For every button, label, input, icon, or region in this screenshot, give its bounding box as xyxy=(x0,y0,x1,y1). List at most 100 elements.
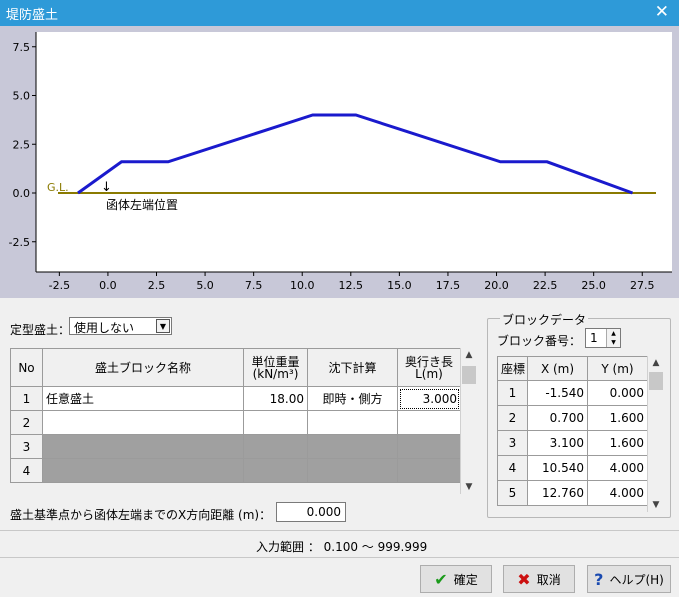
x-tick-label: 7.5 xyxy=(245,279,263,292)
spinner-buttons[interactable]: ▲ ▼ xyxy=(606,329,620,347)
x-cell[interactable]: 12.760 xyxy=(527,480,588,506)
block-name-cell xyxy=(42,458,244,483)
chevron-down-icon[interactable]: ▼ xyxy=(156,319,170,333)
marker-arrow-icon: ↓ xyxy=(101,180,112,195)
coordinate-table-scrollbar[interactable]: ▲ ▼ xyxy=(647,356,664,512)
row-number: 1 xyxy=(497,380,528,406)
x-tick-label: 10.0 xyxy=(290,279,315,292)
cancel-button[interactable]: ✖ 取消 xyxy=(503,565,575,593)
x-tick-label: 12.5 xyxy=(339,279,364,292)
header-x: X (m) xyxy=(527,356,588,381)
y-cell[interactable]: 0.000 xyxy=(587,380,648,406)
row-number: 4 xyxy=(10,458,43,483)
x-tick-label: -2.5 xyxy=(49,279,70,292)
check-icon: ✔ xyxy=(434,569,448,589)
block-no-spinner[interactable]: 1 ▲ ▼ xyxy=(585,328,621,348)
row-number: 2 xyxy=(10,410,43,435)
y-cell[interactable]: 4.000 xyxy=(587,480,648,506)
help-icon: ? xyxy=(594,569,604,589)
button-separator xyxy=(0,557,679,558)
header-block-name: 盛土ブロック名称 xyxy=(42,348,244,387)
plot-area xyxy=(36,32,672,272)
settlement-calc-cell[interactable]: 即時・側方 xyxy=(307,386,398,411)
header-no: No xyxy=(10,348,43,387)
fixed-embankment-combo[interactable]: 使用しない ▼ xyxy=(69,317,172,335)
fixed-embankment-value: 使用しない xyxy=(74,321,135,335)
y-tick-label: -2.5 xyxy=(9,236,30,249)
block-table: No 盛土ブロック名称 単位重量 (kN/m³) 沈下計算 奥行き長 L(m) … xyxy=(10,348,461,483)
coordinate-table: 座標 X (m) Y (m) 1 -1.540 0.000 2 0.700 1.… xyxy=(497,356,648,506)
scroll-down-icon[interactable]: ▼ xyxy=(648,500,664,510)
input-range-status: 入力範囲 ： 0.100 〜 999.999 xyxy=(256,540,428,554)
y-tick-label: 5.0 xyxy=(13,90,31,103)
cross-icon: ✖ xyxy=(517,569,531,589)
scroll-up-icon[interactable]: ▲ xyxy=(648,358,664,368)
block-table-scrollbar[interactable]: ▲ ▼ xyxy=(460,348,477,494)
x-tick-label: 20.0 xyxy=(484,279,509,292)
header-coord-no: 座標 xyxy=(497,356,528,381)
header-unit-weight: 単位重量 (kN/m³) xyxy=(243,348,308,387)
status-separator xyxy=(0,530,679,531)
y-cell[interactable]: 1.600 xyxy=(587,405,648,431)
scroll-thumb[interactable] xyxy=(462,366,476,384)
header-y: Y (m) xyxy=(587,356,648,381)
x-cell[interactable]: 10.540 xyxy=(527,455,588,481)
ok-button-label: 確定 xyxy=(453,572,478,587)
table-row: 5 12.760 4.000 xyxy=(497,480,648,506)
depth-length-cell[interactable]: 3.000 xyxy=(397,386,461,411)
unit-weight-cell[interactable]: 18.00 xyxy=(243,386,308,411)
table-row: 1 任意盛土 18.00 即時・側方 3.000 xyxy=(10,386,461,411)
table-row: 3 xyxy=(10,434,461,459)
x-cell[interactable]: -1.540 xyxy=(527,380,588,406)
scroll-thumb[interactable] xyxy=(649,372,663,390)
row-number: 3 xyxy=(10,434,43,459)
distance-input[interactable]: 0.000 xyxy=(276,502,346,522)
unit-weight-cell xyxy=(243,458,308,483)
x-tick-label: 27.5 xyxy=(630,279,655,292)
spin-down-icon[interactable]: ▼ xyxy=(607,338,620,347)
row-number: 3 xyxy=(497,430,528,456)
x-tick-label: 2.5 xyxy=(148,279,166,292)
depth-length-cell xyxy=(397,434,461,459)
scroll-up-icon[interactable]: ▲ xyxy=(461,350,477,360)
table-row: 4 10.540 4.000 xyxy=(497,455,648,481)
window-title: 堤防盛土 xyxy=(6,8,59,23)
settlement-calc-cell xyxy=(307,458,398,483)
ok-button[interactable]: ✔ 確定 xyxy=(420,565,492,593)
settlement-calc-cell[interactable] xyxy=(307,410,398,435)
table-row: 4 xyxy=(10,458,461,483)
x-cell[interactable]: 0.700 xyxy=(527,405,588,431)
embankment-plot: 7.5 5.0 2.5 0.0 -2.5 -2.5 0.0 2.5 5.0 7.5 10.0 12.… xyxy=(0,26,679,298)
y-cell[interactable]: 4.000 xyxy=(587,455,648,481)
x-tick-label: 17.5 xyxy=(436,279,461,292)
table-row: 1 -1.540 0.000 xyxy=(497,380,648,406)
row-number: 2 xyxy=(497,405,528,431)
marker-label: 函体左端位置 xyxy=(106,197,178,212)
spin-up-icon[interactable]: ▲ xyxy=(607,329,620,338)
scroll-down-icon[interactable]: ▼ xyxy=(461,482,477,492)
coordinate-table-header: 座標 X (m) Y (m) xyxy=(497,356,648,381)
depth-length-cell[interactable] xyxy=(397,410,461,435)
x-tick-label: 0.0 xyxy=(99,279,117,292)
block-name-cell[interactable]: 任意盛土 xyxy=(42,386,244,411)
block-no-label: ブロック番号： xyxy=(497,334,582,348)
depth-length-cell xyxy=(397,458,461,483)
y-cell[interactable]: 1.600 xyxy=(587,430,648,456)
settlement-calc-cell xyxy=(307,434,398,459)
help-button[interactable]: ? ヘルプ(H) xyxy=(587,565,671,593)
header-settlement-calc: 沈下計算 xyxy=(307,348,398,387)
unit-weight-cell xyxy=(243,434,308,459)
block-name-cell[interactable] xyxy=(42,410,244,435)
cancel-button-label: 取消 xyxy=(536,572,561,587)
row-number: 4 xyxy=(497,455,528,481)
close-icon[interactable]: ✕ xyxy=(655,2,669,22)
row-number: 1 xyxy=(10,386,43,411)
table-row: 2 xyxy=(10,410,461,435)
gl-label: G.L. xyxy=(47,181,69,194)
x-cell[interactable]: 3.100 xyxy=(527,430,588,456)
unit-weight-cell[interactable] xyxy=(243,410,308,435)
plot-canvas: 7.5 5.0 2.5 0.0 -2.5 -2.5 0.0 2.5 5.0 7.5 10.0 12.… xyxy=(9,32,672,292)
fixed-embankment-label: 定型盛土： xyxy=(10,323,71,337)
x-tick-label: 25.0 xyxy=(581,279,606,292)
x-tick-label: 15.0 xyxy=(387,279,412,292)
